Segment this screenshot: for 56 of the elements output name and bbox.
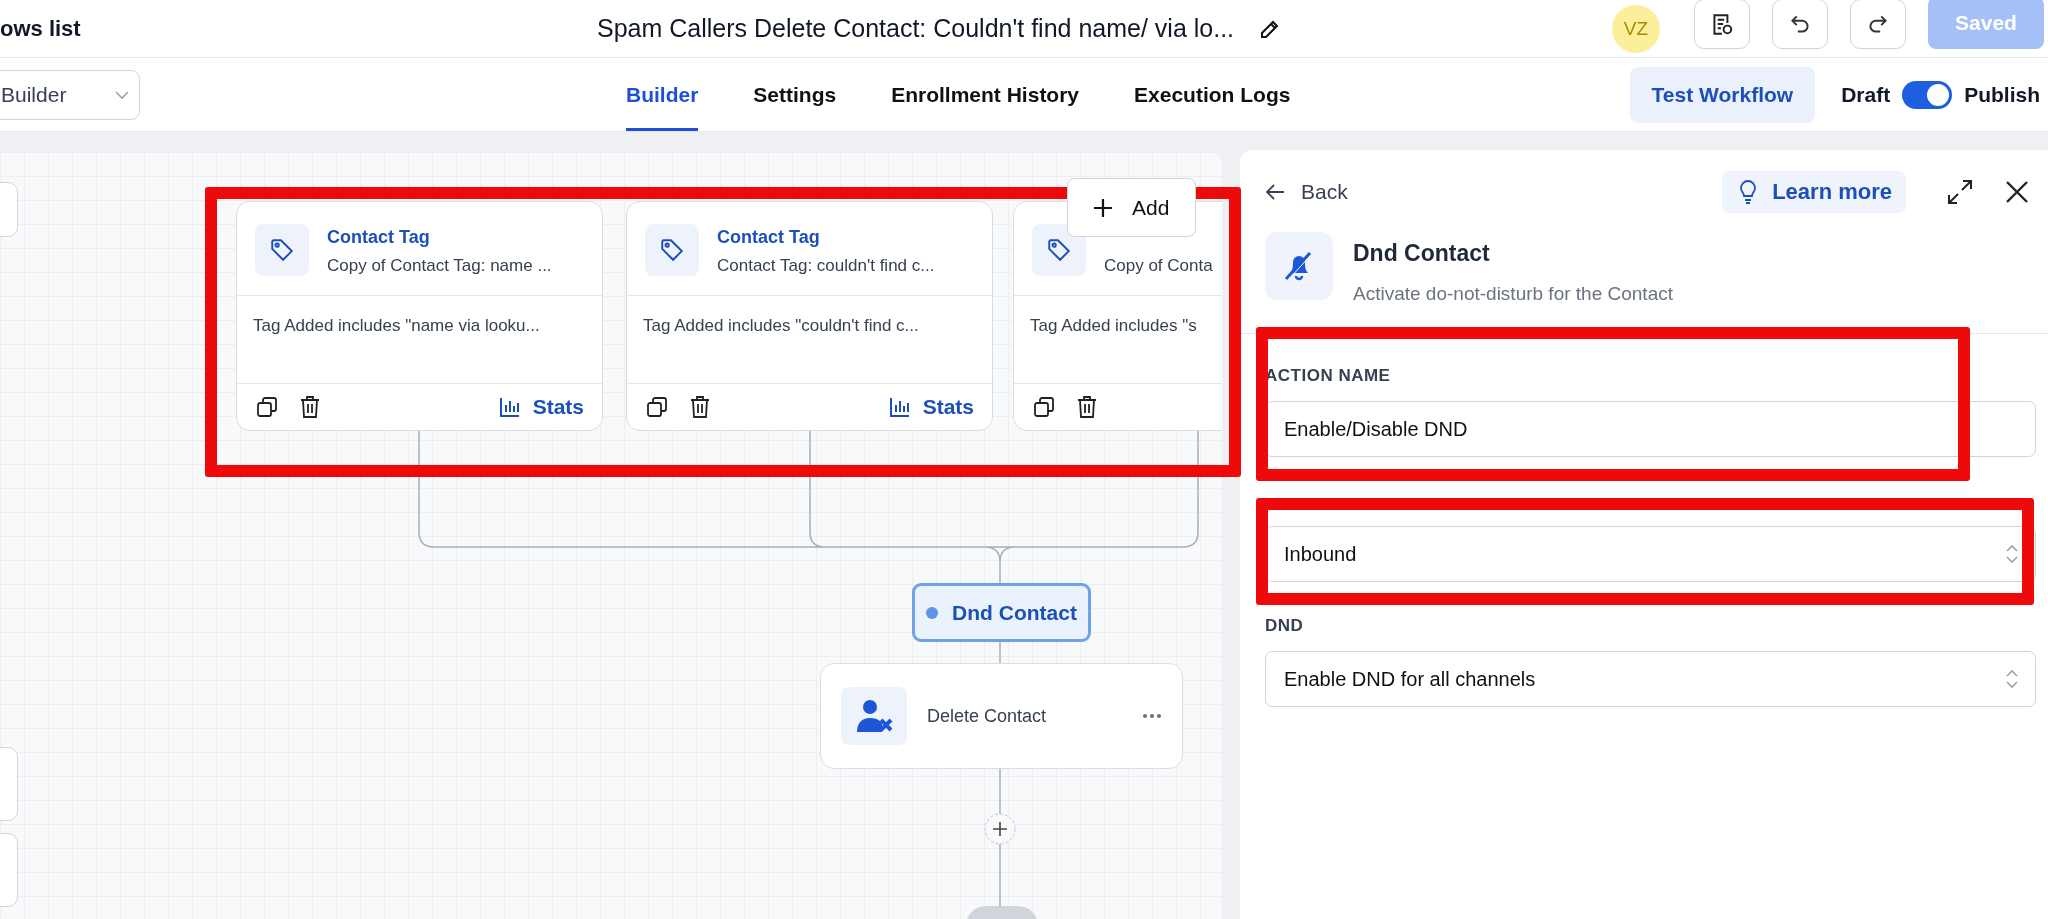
add-button[interactable]: Add: [1067, 178, 1196, 237]
tag-icon: [1032, 224, 1086, 276]
notes-button[interactable]: [1694, 0, 1750, 49]
action-card[interactable]: Contact Tag Copy of Contact Tag: name ... Tag Added includes "name via looku... Stats: [236, 201, 603, 431]
copy-icon[interactable]: [255, 395, 279, 419]
workflow-title: Spam Callers Delete Contact: Couldn't find name/ via lo...: [597, 14, 1235, 43]
redo-button[interactable]: [1850, 0, 1906, 49]
publish-label: Publish: [1964, 82, 2040, 107]
plus-icon: [1092, 196, 1114, 219]
tab[interactable]: Execution Logs: [1134, 58, 1291, 131]
copy-icon[interactable]: [645, 395, 669, 419]
stats-button[interactable]: Stats: [888, 395, 974, 419]
view-select[interactable]: Builder: [0, 70, 140, 120]
tab[interactable]: Settings: [753, 58, 837, 131]
card-title: Contact Tag: [327, 227, 431, 247]
card-subtitle: Copy of Contact Tag: name ...: [327, 256, 552, 276]
test-workflow-button[interactable]: Test Workflow: [1629, 66, 1816, 123]
delete-contact-node[interactable]: Delete Contact: [820, 663, 1183, 769]
action-card[interactable]: Contact Tag Contact Tag: couldn't find c... Tag Added includes "couldn't find c... Stats: [626, 201, 993, 431]
panel-description: Activate do-not-disturb for the Contact: [1353, 283, 1673, 305]
trash-icon[interactable]: [1076, 395, 1098, 419]
back-link[interactable]: ows list: [0, 15, 81, 42]
chevron-updown-icon: [2005, 668, 2019, 690]
trash-icon[interactable]: [299, 395, 321, 419]
field-label: ACTION NAME: [1265, 366, 1392, 387]
tab[interactable]: Enrollment History: [891, 58, 1080, 131]
learn-more-button[interactable]: Learn more: [1722, 171, 1906, 213]
copy-icon[interactable]: [1032, 395, 1056, 419]
select-field[interactable]: Enable DND for all channels: [1265, 651, 2036, 707]
expand-icon[interactable]: [1946, 178, 1974, 206]
dnd-contact-node[interactable]: Dnd Contact: [912, 583, 1091, 642]
card-condition: Tag Added includes "name via looku...: [237, 296, 602, 384]
chevron-icon: [114, 90, 131, 100]
tag-icon: [645, 224, 699, 276]
tag-icon: [255, 224, 309, 276]
back-button[interactable]: Back: [1265, 180, 1348, 204]
close-icon[interactable]: [2004, 179, 2030, 205]
card-subtitle: Contact Tag: couldn't find c...: [717, 256, 935, 276]
card-title: Contact Tag: [717, 227, 821, 247]
user-remove-icon: [841, 687, 907, 745]
trash-icon[interactable]: [689, 395, 711, 419]
card-subtitle: Copy of Conta: [1104, 256, 1213, 276]
chevron-updown-icon: [2005, 543, 2019, 565]
arrow-left-icon: [1265, 183, 1285, 201]
more-icon[interactable]: [1142, 713, 1162, 719]
panel-title: Dnd Contact: [1353, 240, 1491, 267]
bar-chart-icon: [498, 396, 521, 418]
card-condition: Tag Added includes "couldn't find c...: [627, 296, 992, 384]
publish-toggle[interactable]: [1902, 80, 1953, 109]
add-step-button[interactable]: [984, 813, 1016, 845]
stats-button[interactable]: Stats: [498, 395, 584, 419]
bell-off-icon: [1265, 232, 1333, 300]
bar-chart-icon: [888, 396, 911, 418]
field-label: DND: [1265, 616, 1305, 637]
draft-label: Draft: [1841, 82, 1891, 107]
undo-button[interactable]: [1772, 0, 1828, 49]
